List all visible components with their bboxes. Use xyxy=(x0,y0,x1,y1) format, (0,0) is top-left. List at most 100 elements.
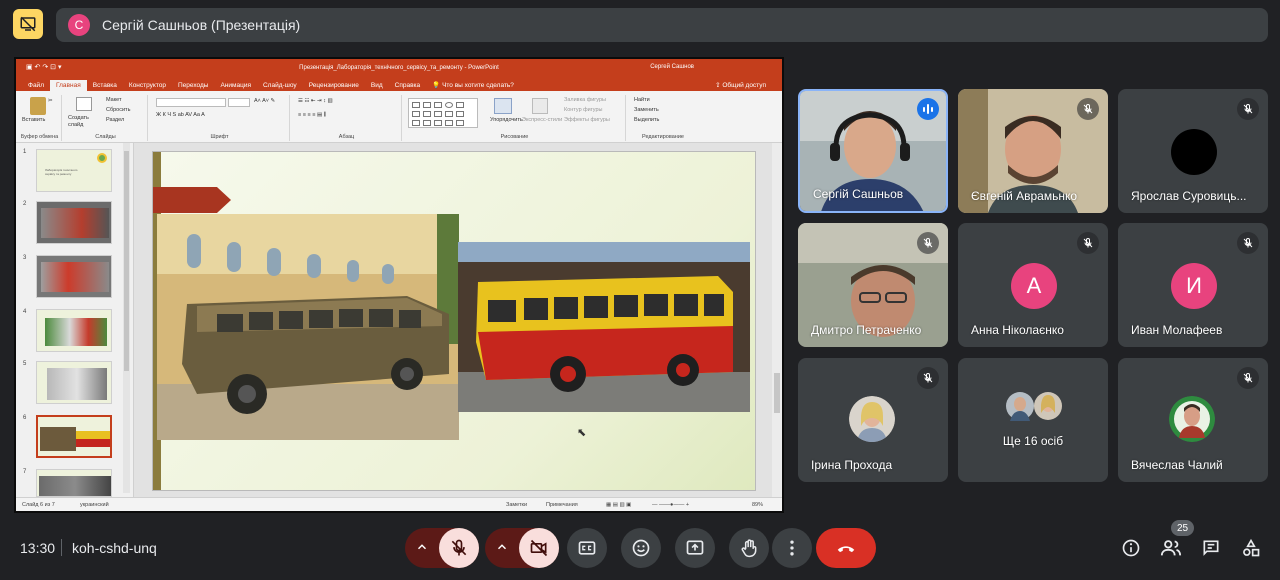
quick-styles-icon[interactable] xyxy=(532,98,548,114)
tab-file[interactable]: Файл xyxy=(22,80,50,91)
zoom-slider[interactable]: — ——●—— + xyxy=(652,502,689,508)
tab-insert[interactable]: Вставка xyxy=(87,80,123,91)
find-button[interactable]: Найти xyxy=(634,97,650,103)
participant-name: Иван Молафеев xyxy=(1131,323,1223,337)
participant-name: Сергій Сашньов xyxy=(813,187,904,201)
tab-help[interactable]: Справка xyxy=(389,80,427,91)
presenter-title: Сергій Сашньов (Презентація) xyxy=(102,17,301,33)
divider xyxy=(61,539,62,556)
slide-thumbnail-7[interactable] xyxy=(36,469,112,497)
slide-thumbnail-6[interactable] xyxy=(36,415,112,458)
more-options-button[interactable] xyxy=(772,528,812,568)
shape-fill-button[interactable]: Заливка фигуры xyxy=(564,97,606,103)
font-name-box[interactable] xyxy=(156,98,226,107)
reactions-button[interactable] xyxy=(621,528,661,568)
participant-name: Дмитро Петраченко xyxy=(811,323,922,337)
new-slide-icon[interactable] xyxy=(76,97,92,111)
shape-outline-button[interactable]: Контур фигуры xyxy=(564,107,602,113)
select-button[interactable]: Выделить xyxy=(634,117,659,123)
chevron-up-icon[interactable] xyxy=(495,540,509,554)
font-group: A˄ A˅ ✎ Ж К Ч S ab AV Aa A Шрифт xyxy=(150,95,290,141)
present-icon xyxy=(686,540,704,555)
slide-thumbnail-1[interactable]: Лабораторія технічного сервісу та ремонт… xyxy=(36,149,112,192)
group-label: Абзац xyxy=(338,134,355,140)
more-vert-icon xyxy=(790,540,794,556)
font-size-icons[interactable]: A˄ A˅ ✎ xyxy=(254,98,275,104)
tab-animations[interactable]: Анимация xyxy=(214,80,257,91)
hangup-icon xyxy=(837,546,855,553)
participant-tile[interactable]: Дмитро Петраченко xyxy=(798,223,948,347)
photo-rusty-bus xyxy=(157,214,459,440)
zoom-level[interactable]: 89% xyxy=(752,502,763,508)
reset-button[interactable]: Сбросить xyxy=(106,107,130,113)
participant-stack xyxy=(1006,392,1062,421)
captions-icon xyxy=(578,541,596,555)
group-label: Слайды xyxy=(95,134,116,140)
tab-view[interactable]: Вид xyxy=(365,80,389,91)
tab-slideshow[interactable]: Слайд-шоу xyxy=(257,80,303,91)
tab-review[interactable]: Рецензирование xyxy=(303,80,365,91)
font-size-box[interactable] xyxy=(228,98,250,107)
slide-thumbnail-4[interactable] xyxy=(36,309,112,352)
cut-icon[interactable]: ✂ xyxy=(48,98,53,104)
shape-effects-button[interactable]: Эффекты фигуры xyxy=(564,117,610,123)
slide-thumbnail-5[interactable] xyxy=(36,361,112,404)
mic-off-icon xyxy=(1237,98,1259,120)
participant-tile[interactable]: Вячеслав Чалий xyxy=(1118,358,1268,482)
slide-scroll-thumb[interactable] xyxy=(774,373,780,413)
captions-button[interactable] xyxy=(567,528,607,568)
raise-hand-button[interactable] xyxy=(729,528,769,568)
participant-photo xyxy=(1169,396,1215,442)
language-status[interactable]: украинский xyxy=(80,502,109,508)
shapes-gallery[interactable] xyxy=(408,98,478,128)
arrange-icon[interactable] xyxy=(494,98,512,114)
slide-scrollbar[interactable] xyxy=(772,143,782,497)
editing-group: Найти Заменить Выделить Редактирование xyxy=(628,95,698,141)
camera-toggle-button[interactable] xyxy=(519,528,559,568)
quick-styles-button[interactable]: Экспресс-стили xyxy=(522,117,562,123)
slide-editor: ⬉ xyxy=(134,143,782,497)
slide-thumbnail-3[interactable] xyxy=(36,255,112,298)
font-style-icons[interactable]: Ж К Ч S ab AV Aa A xyxy=(156,112,205,118)
replace-button[interactable]: Заменить xyxy=(634,107,659,113)
participant-tile[interactable]: Ярослав Суровиць... xyxy=(1118,89,1268,213)
tab-home[interactable]: Главная xyxy=(49,80,87,91)
section-button[interactable]: Раздел xyxy=(106,117,124,123)
share-button[interactable]: ⇪ Общий доступ xyxy=(709,79,772,91)
view-buttons[interactable]: ▦ ▤ ▥ ▣ xyxy=(606,502,631,508)
participant-tile[interactable]: Ірина Прохода xyxy=(798,358,948,482)
thumbnail-scroll-thumb[interactable] xyxy=(124,151,129,371)
arrange-button[interactable]: Упорядочить xyxy=(490,117,523,123)
thumb-number: 1 xyxy=(23,149,27,155)
participant-tile[interactable]: Євгеній Аврамьнко xyxy=(958,89,1108,213)
notes-button[interactable]: Заметки xyxy=(506,502,527,508)
comments-button[interactable]: Примечания xyxy=(546,502,578,508)
slide-thumbnail-2[interactable] xyxy=(36,201,112,244)
leave-call-button[interactable] xyxy=(816,528,876,568)
layout-button[interactable]: Макет xyxy=(106,97,122,103)
chat-button[interactable] xyxy=(1200,537,1222,559)
shared-screen: ▣ ↶ ↷ ⊡ ▾ Презентація_Лабораторія_техніч… xyxy=(14,57,784,513)
presentation-off-icon[interactable] xyxy=(13,9,43,39)
thumb-photo xyxy=(47,368,107,400)
participant-tile[interactable]: И Иван Молафеев xyxy=(1118,223,1268,347)
chevron-up-icon[interactable] xyxy=(415,540,429,554)
meeting-details-button[interactable] xyxy=(1120,537,1142,559)
paste-icon[interactable] xyxy=(30,97,46,115)
mic-toggle-button[interactable] xyxy=(439,528,479,568)
participant-tile[interactable]: А Анна Ніколаєнко xyxy=(958,223,1108,347)
list-icons[interactable]: ☰ ☷ ⇤ ⇥ ↕ ▥ xyxy=(298,98,333,104)
paste-label[interactable]: Вставить xyxy=(22,117,45,123)
create-slide-label[interactable]: Создать слайд xyxy=(68,115,104,129)
current-slide[interactable]: ⬉ xyxy=(152,151,756,491)
align-icons[interactable]: ≡ ≡ ≡ ≡ ▤ ⫼ xyxy=(298,112,326,119)
activities-button[interactable] xyxy=(1240,537,1262,559)
more-participants-tile[interactable]: Ще 16 осіб xyxy=(958,358,1108,482)
present-now-button[interactable] xyxy=(675,528,715,568)
tell-me[interactable]: 💡 Что вы хотите сделать? xyxy=(426,79,520,91)
tab-transitions[interactable]: Переходы xyxy=(172,80,215,91)
ribbon: Вставить ✂ Буфер обмена Создать слайд Ма… xyxy=(16,91,782,143)
participant-tile[interactable]: Сергій Сашньов xyxy=(798,89,948,213)
people-button[interactable] xyxy=(1160,537,1182,559)
tab-design[interactable]: Конструктор xyxy=(123,80,172,91)
